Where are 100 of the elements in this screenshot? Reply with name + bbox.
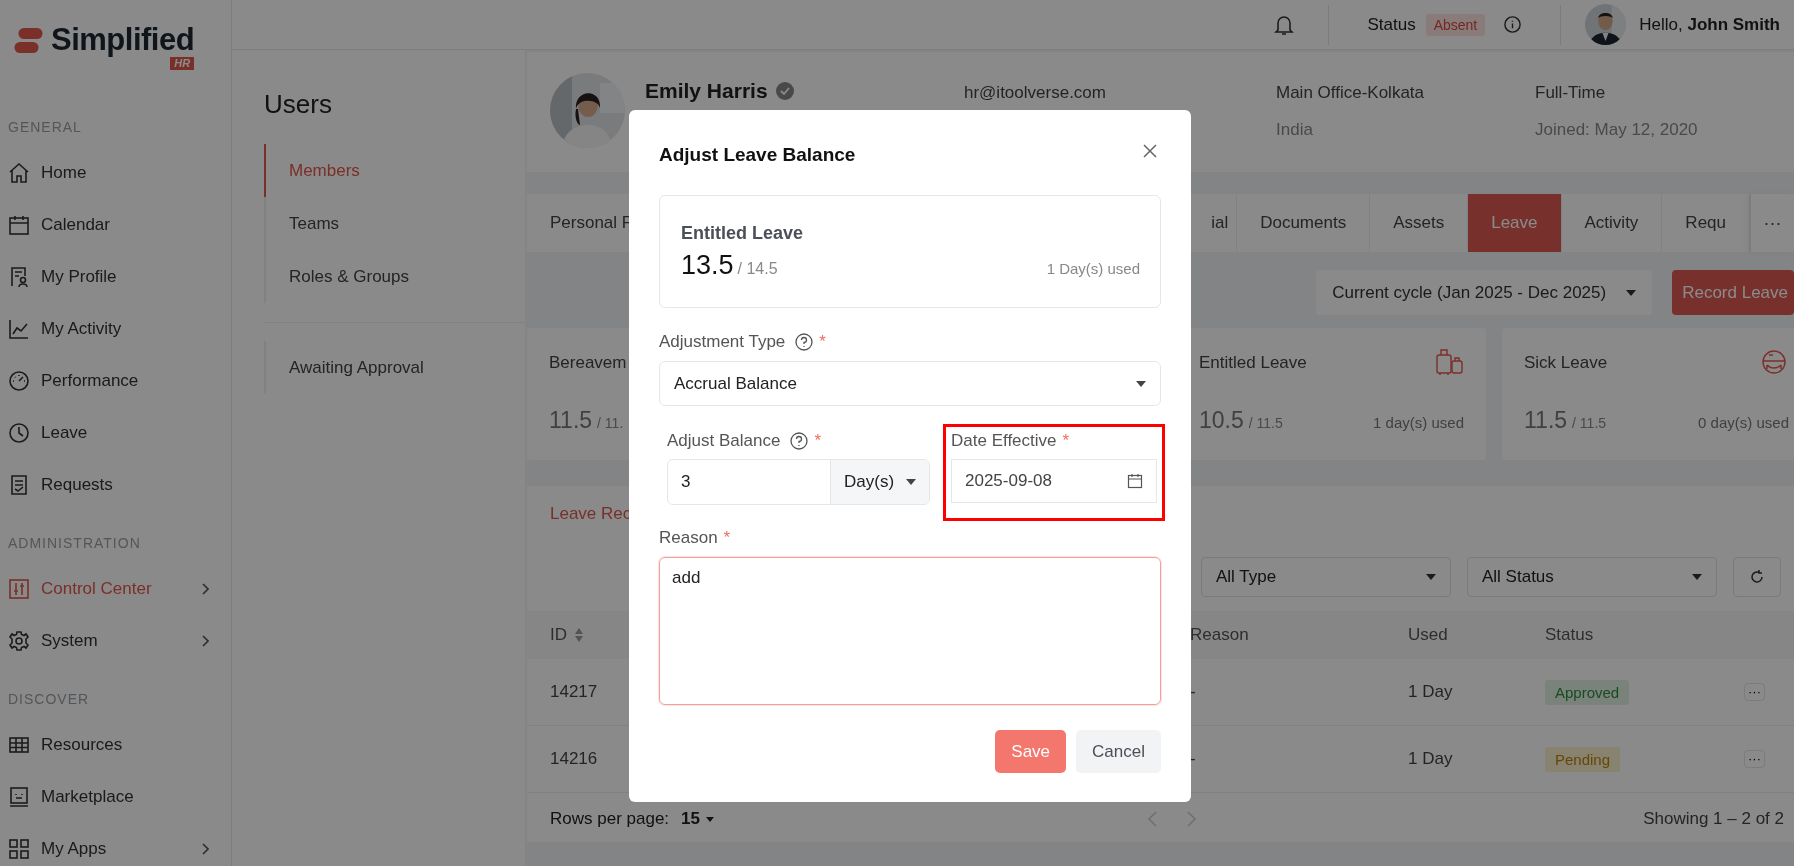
row-actions-button[interactable]: ···	[1744, 683, 1765, 701]
calendar-icon	[8, 214, 30, 236]
employment-type: Full-Time	[1535, 83, 1607, 103]
filter-select[interactable]: All Type	[1201, 557, 1451, 597]
tab[interactable]: ial	[1203, 194, 1238, 252]
joined-date: Joined: May 12, 2020	[1535, 120, 1698, 140]
column-header: Status	[1545, 625, 1594, 645]
status-badge: Pending	[1545, 746, 1621, 772]
field-label: Date Effective	[951, 431, 1057, 451]
gauge-icon	[8, 370, 30, 392]
sidebar-item[interactable]: Calendar	[0, 199, 231, 251]
sidebar-item[interactable]: My Apps	[0, 823, 231, 866]
status-label: Status	[1367, 14, 1416, 35]
apps-icon	[8, 838, 30, 860]
sidebar-item[interactable]: My Activity	[0, 303, 231, 355]
country-text: India	[1276, 120, 1314, 140]
sidebar-item[interactable]: Home	[0, 147, 231, 199]
save-button[interactable]: Save	[995, 730, 1067, 773]
office-text: Main Office-Kolkata	[1276, 83, 1426, 103]
caret-icon	[1136, 380, 1146, 387]
gear-icon	[8, 630, 30, 652]
clock-icon	[8, 422, 30, 444]
record-leave-button[interactable]: Record Leave	[1672, 270, 1794, 315]
cycle-select[interactable]: Current cycle (Jan 2025 - Dec 2025)	[1316, 270, 1653, 315]
employee-name: Emily Harris	[645, 79, 768, 103]
leave-type: Sick Leave	[1524, 353, 1608, 373]
showing-count: Showing 1 – 2 of 2	[1643, 809, 1784, 829]
field-label: Reason	[659, 528, 718, 548]
leave-balance: 10.5	[1199, 407, 1244, 434]
subnav-item[interactable]: Roles & Groups	[264, 250, 525, 303]
email-text: hr@itoolverse.com	[964, 83, 1107, 103]
calendar-icon	[1127, 473, 1143, 489]
column-header: Used	[1408, 625, 1448, 645]
required-mark: *	[723, 528, 731, 548]
reason-textarea[interactable]: add	[659, 557, 1161, 705]
caret-icon	[706, 816, 714, 822]
table-cell: -	[1190, 682, 1196, 702]
tab[interactable]: Activity	[1561, 194, 1663, 252]
sidebar-item[interactable]: Performance	[0, 355, 231, 407]
caret-icon	[1426, 574, 1436, 580]
subnav-item[interactable]: Teams	[264, 197, 525, 250]
sidebar-item[interactable]: My Profile	[0, 251, 231, 303]
board-icon	[8, 786, 30, 808]
doc-icon	[8, 474, 30, 496]
leave-total: / 11.	[597, 415, 624, 431]
sidebar-item[interactable]: Leave	[0, 407, 231, 459]
required-mark: *	[814, 431, 822, 451]
refresh-button[interactable]	[1733, 557, 1781, 597]
subnav-item[interactable]: Awaiting Approval	[264, 341, 525, 394]
table-cell: 1 Day	[1408, 682, 1453, 702]
table-cell: 14217	[550, 682, 598, 702]
masked-head-icon	[1759, 347, 1789, 377]
more-tabs-button[interactable]: ···	[1750, 194, 1794, 252]
info-icon[interactable]	[1503, 15, 1523, 34]
table-cell: 1 Day	[1408, 749, 1453, 769]
row-actions-button[interactable]: ···	[1744, 750, 1765, 768]
chevron-right-icon	[201, 843, 209, 855]
days-used: 0 day(s) used	[1698, 414, 1789, 431]
dialog-title: Adjust Leave Balance	[659, 144, 856, 166]
rows-per-page-select[interactable]: 15	[681, 809, 714, 829]
rows-per-page-label: Rows per page:	[550, 809, 670, 829]
chart-icon	[8, 318, 30, 340]
leave-balance: 13.5	[681, 250, 734, 281]
help-icon[interactable]	[790, 432, 809, 450]
leave-balance: 11.5	[549, 407, 593, 434]
profile-icon	[8, 266, 30, 288]
logo-badge: HR	[170, 57, 195, 70]
user-greeting[interactable]: Hello, John Smith	[1639, 14, 1780, 35]
sidebar-item[interactable]: Marketplace	[0, 771, 231, 823]
bell-icon[interactable]	[1274, 13, 1295, 36]
date-field[interactable]: 2025-09-08	[951, 459, 1157, 503]
leave-balance: 11.5	[1524, 407, 1568, 434]
tab[interactable]: Leave	[1468, 194, 1562, 252]
cancel-button[interactable]: Cancel	[1076, 730, 1161, 773]
close-icon[interactable]	[1143, 144, 1157, 158]
status-badge: Absent	[1425, 13, 1486, 36]
adjustment-type-select[interactable]: Accrual Balance	[659, 361, 1161, 406]
column-header: ID	[550, 625, 567, 645]
field-label: Adjust Balance	[667, 431, 781, 451]
sidebar-item[interactable]: System	[0, 615, 231, 667]
leave-total: / 11.5	[1248, 415, 1283, 431]
table-cell: 14216	[550, 749, 598, 769]
home-icon	[8, 162, 30, 184]
field-label: Adjustment Type	[659, 332, 786, 352]
table-cell: -	[1190, 749, 1196, 769]
leave-type: Bereavem	[549, 353, 627, 373]
column-header: Reason	[1190, 625, 1249, 645]
tab[interactable]: Documents	[1237, 194, 1371, 252]
caret-icon	[1692, 574, 1702, 580]
sidebar-item[interactable]: Control Center	[0, 563, 231, 615]
sliders-icon	[8, 578, 30, 600]
sidebar-item[interactable]: Resources	[0, 719, 231, 771]
logo-icon	[14, 28, 43, 54]
sidebar-item[interactable]: Requests	[0, 459, 231, 511]
help-icon[interactable]	[795, 333, 814, 351]
luggage-icon	[1434, 347, 1464, 377]
records-tab[interactable]: Leave Rec	[527, 503, 632, 525]
leave-type: Entitled Leave	[1199, 353, 1307, 373]
filter-select[interactable]: All Status	[1467, 557, 1717, 597]
required-mark: *	[819, 332, 826, 352]
